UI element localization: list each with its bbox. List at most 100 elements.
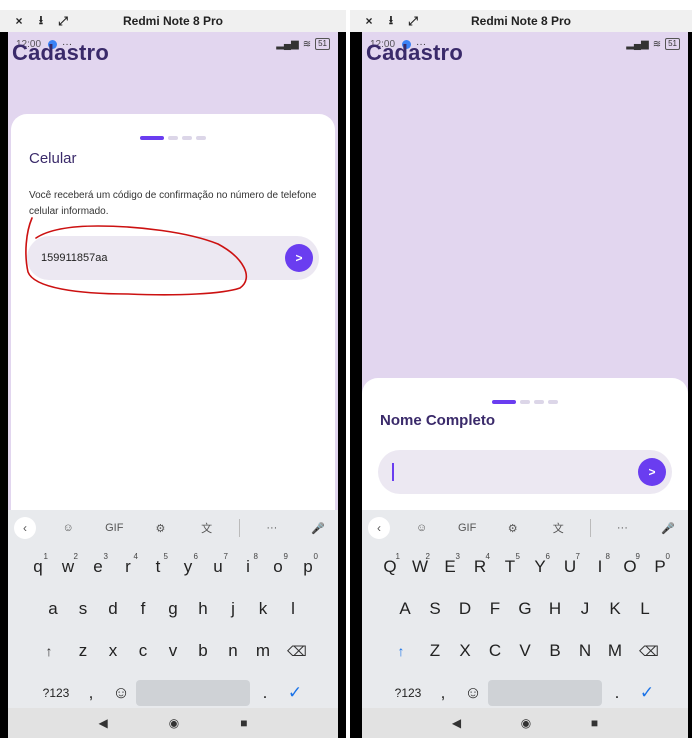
step-2 xyxy=(520,400,530,404)
close-icon[interactable]: × xyxy=(8,14,30,28)
backspace-key[interactable]: ⌫ xyxy=(630,633,668,669)
key[interactable]: F xyxy=(480,591,510,627)
nav-back-icon[interactable]: ◀ xyxy=(99,716,108,730)
key[interactable]: x xyxy=(98,633,128,669)
key[interactable]: L xyxy=(630,591,660,627)
nav-back-icon[interactable]: ◀ xyxy=(452,716,461,730)
period-key[interactable]: . xyxy=(602,675,632,711)
key[interactable]: U7 xyxy=(555,549,585,585)
download-icon[interactable]: ⭳ xyxy=(380,11,402,32)
key[interactable]: q1 xyxy=(23,549,53,585)
key[interactable]: Y6 xyxy=(525,549,555,585)
settings-icon[interactable]: ⚙ xyxy=(146,516,174,540)
key[interactable]: j xyxy=(218,591,248,627)
shift-key[interactable]: ↑ xyxy=(30,633,68,669)
key[interactable]: D xyxy=(450,591,480,627)
key[interactable]: w2 xyxy=(53,549,83,585)
symbols-key[interactable]: ?123 xyxy=(36,675,76,711)
key[interactable]: s xyxy=(68,591,98,627)
key[interactable]: r4 xyxy=(113,549,143,585)
expand-icon[interactable]: ⤢ xyxy=(402,14,424,29)
key[interactable]: T5 xyxy=(495,549,525,585)
key[interactable]: Z xyxy=(420,633,450,669)
key[interactable]: c xyxy=(128,633,158,669)
key[interactable]: l xyxy=(278,591,308,627)
key[interactable]: Q1 xyxy=(375,549,405,585)
microphone-icon[interactable]: 🎤 xyxy=(654,516,682,540)
key[interactable]: i8 xyxy=(233,549,263,585)
space-key[interactable] xyxy=(488,680,602,706)
key[interactable]: E3 xyxy=(435,549,465,585)
key[interactable]: f xyxy=(128,591,158,627)
key[interactable]: a xyxy=(38,591,68,627)
key[interactable]: b xyxy=(188,633,218,669)
nav-recents-icon[interactable]: ■ xyxy=(591,716,598,730)
key[interactable]: n xyxy=(218,633,248,669)
sticker-icon[interactable]: ☺ xyxy=(408,516,436,540)
key[interactable]: u7 xyxy=(203,549,233,585)
sticker-icon[interactable]: ☺ xyxy=(54,516,82,540)
key[interactable]: C xyxy=(480,633,510,669)
card-title: Celular xyxy=(29,150,77,167)
key[interactable]: B xyxy=(540,633,570,669)
key[interactable]: W2 xyxy=(405,549,435,585)
keyboard-back-icon[interactable]: ‹ xyxy=(368,517,390,539)
key[interactable]: H xyxy=(540,591,570,627)
key[interactable]: R4 xyxy=(465,549,495,585)
key[interactable]: I8 xyxy=(585,549,615,585)
key[interactable]: d xyxy=(98,591,128,627)
key[interactable]: o9 xyxy=(263,549,293,585)
period-key[interactable]: . xyxy=(250,675,280,711)
key[interactable]: z xyxy=(68,633,98,669)
key[interactable]: G xyxy=(510,591,540,627)
key[interactable]: J xyxy=(570,591,600,627)
settings-icon[interactable]: ⚙ xyxy=(499,516,527,540)
next-button[interactable]: > xyxy=(285,244,313,272)
translate-icon[interactable]: 文 xyxy=(193,516,221,540)
close-icon[interactable]: × xyxy=(358,14,380,28)
nav-home-icon[interactable]: ◉ xyxy=(521,716,531,730)
key[interactable]: V xyxy=(510,633,540,669)
key[interactable]: v xyxy=(158,633,188,669)
nav-home-icon[interactable]: ◉ xyxy=(169,716,179,730)
key[interactable]: h xyxy=(188,591,218,627)
enter-key[interactable]: ✓ xyxy=(632,675,662,711)
comma-key[interactable]: , xyxy=(428,675,458,711)
shift-key[interactable]: ↑ xyxy=(382,633,420,669)
key[interactable]: k xyxy=(248,591,278,627)
emoji-key[interactable]: ☺ xyxy=(458,675,488,711)
key[interactable]: O9 xyxy=(615,549,645,585)
more-icon[interactable]: ··· xyxy=(608,516,636,540)
key[interactable]: K xyxy=(600,591,630,627)
keyboard-back-icon[interactable]: ‹ xyxy=(14,517,36,539)
key[interactable]: t5 xyxy=(143,549,173,585)
expand-icon[interactable]: ⤢ xyxy=(52,14,74,29)
gif-button[interactable]: GIF xyxy=(453,516,481,540)
space-key[interactable] xyxy=(136,680,250,706)
enter-key[interactable]: ✓ xyxy=(280,675,310,711)
translate-icon[interactable]: 文 xyxy=(544,516,572,540)
key[interactable]: A xyxy=(390,591,420,627)
emoji-key[interactable]: ☺ xyxy=(106,675,136,711)
gif-button[interactable]: GIF xyxy=(100,516,128,540)
key[interactable]: y6 xyxy=(173,549,203,585)
symbols-key[interactable]: ?123 xyxy=(388,675,428,711)
nav-recents-icon[interactable]: ■ xyxy=(240,716,247,730)
key[interactable]: e3 xyxy=(83,549,113,585)
key[interactable]: N xyxy=(570,633,600,669)
key[interactable]: p0 xyxy=(293,549,323,585)
phone-input[interactable] xyxy=(41,252,319,264)
key[interactable]: X xyxy=(450,633,480,669)
key[interactable]: m xyxy=(248,633,278,669)
comma-key[interactable]: , xyxy=(76,675,106,711)
next-button[interactable]: > xyxy=(638,458,666,486)
key[interactable]: P0 xyxy=(645,549,675,585)
backspace-key[interactable]: ⌫ xyxy=(278,633,316,669)
key[interactable]: M xyxy=(600,633,630,669)
name-input[interactable] xyxy=(394,466,672,478)
more-icon[interactable]: ··· xyxy=(258,516,286,540)
key[interactable]: S xyxy=(420,591,450,627)
download-icon[interactable]: ⭳ xyxy=(30,11,52,32)
microphone-icon[interactable]: 🎤 xyxy=(304,516,332,540)
key[interactable]: g xyxy=(158,591,188,627)
